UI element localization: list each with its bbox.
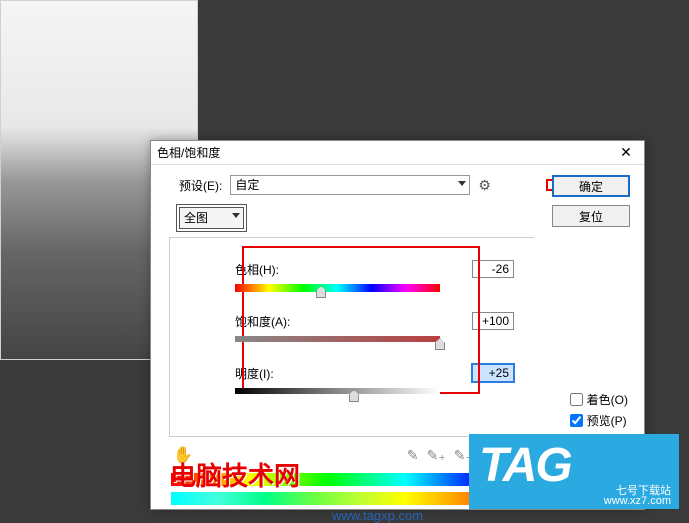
hue-label: 色相(H): — [235, 261, 279, 278]
watermark-tag-box: TAG 七号下载站 www.xz7.com — [469, 434, 679, 509]
eyedropper-add-icon[interactable]: ✎₊ — [427, 447, 446, 464]
preview-checkbox[interactable] — [570, 414, 583, 427]
ok-button[interactable]: 确定 — [552, 175, 630, 197]
preset-select[interactable]: 自定 — [230, 175, 470, 195]
lightness-label: 明度(I): — [235, 365, 274, 382]
close-icon[interactable]: ✕ — [614, 143, 638, 163]
hue-slider[interactable] — [235, 284, 440, 294]
saturation-label: 饱和度(A): — [235, 313, 290, 330]
colorize-checkbox[interactable] — [570, 393, 583, 406]
dialog-title: 色相/饱和度 — [157, 144, 220, 161]
dialog-titlebar: 色相/饱和度 ✕ — [151, 141, 644, 165]
saturation-slider[interactable] — [235, 336, 440, 346]
colorize-label: 着色(O) — [587, 391, 628, 408]
channel-select[interactable]: 全图 — [179, 207, 244, 229]
hue-input[interactable] — [472, 260, 514, 278]
watermark-url: www.tagxp.com — [332, 508, 423, 523]
saturation-input[interactable] — [472, 312, 514, 330]
reset-button[interactable]: 复位 — [552, 205, 630, 227]
lightness-slider[interactable] — [235, 388, 440, 398]
eyedropper-icon[interactable]: ✎ — [407, 447, 419, 464]
preset-label: 预设(E): — [179, 177, 222, 194]
lightness-input[interactable] — [472, 364, 514, 382]
gear-icon[interactable]: ⚙ — [478, 177, 491, 194]
preview-label: 预览(P) — [587, 412, 627, 429]
watermark-text: 电脑技术网 — [170, 456, 300, 493]
watermark-sub2: www.xz7.com — [604, 495, 671, 507]
sliders-group: 色相(H): 饱和度(A): — [169, 237, 534, 437]
